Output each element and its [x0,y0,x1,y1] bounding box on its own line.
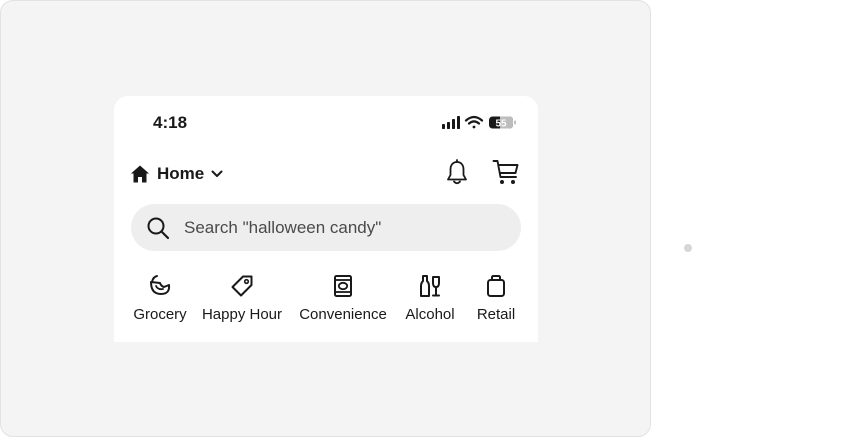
signal-icon [442,116,460,129]
chevron-down-icon [211,170,223,177]
status-time: 4:18 [153,113,188,132]
search-bar[interactable]: Search "halloween candy" [131,204,521,251]
category-grocery[interactable]: Grocery [130,272,190,323]
search-icon [147,217,170,239]
category-convenience[interactable]: Convenience [295,272,391,323]
convenience-icon [334,275,352,297]
category-label: Convenience [299,306,387,323]
phone-screen: 4:18 55 Home Search "halloween candy" Gr… [114,96,538,342]
category-label: Retail [476,306,516,323]
category-happy-hour[interactable]: Happy Hour [198,272,286,323]
category-alcohol[interactable]: Alcohol [399,272,461,323]
tag-icon [231,275,253,297]
category-retail[interactable]: Retail [470,272,522,323]
shopping-bag-icon [487,275,505,297]
alcohol-icon [420,275,440,297]
location-selector[interactable]: Home [130,162,223,186]
battery-icon: 55 [489,116,516,130]
category-label: Happy Hour [201,306,283,323]
category-label: Grocery [133,306,187,323]
search-placeholder: Search "halloween candy" [184,217,382,237]
indicator-dot [684,244,692,252]
status-icons: 55 [442,115,516,130]
bell-icon[interactable] [445,159,469,186]
grocery-icon [150,275,171,295]
battery-level: 55 [495,119,507,130]
location-label: Home [157,164,205,183]
home-icon [131,165,149,183]
category-label: Alcohol [405,306,455,323]
cart-icon[interactable] [492,159,520,186]
wifi-icon [464,115,484,129]
